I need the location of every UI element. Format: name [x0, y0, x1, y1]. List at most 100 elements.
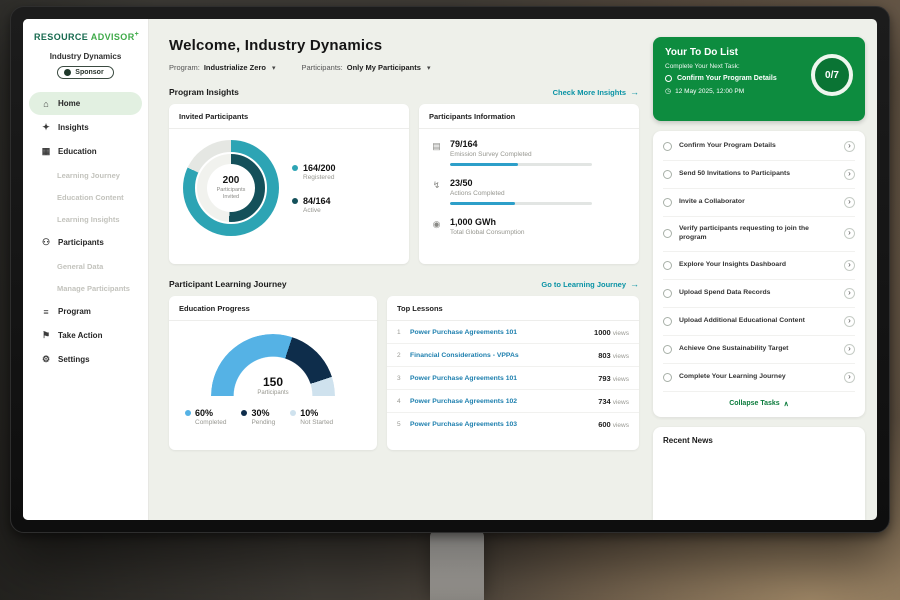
task-label: Explore Your Insights Dashboard	[679, 261, 837, 270]
chevron-right-icon[interactable]: ›	[844, 372, 855, 383]
progress-fill	[450, 202, 515, 205]
learning-cards-row: Education Progress 150 Participants	[169, 296, 639, 450]
chevron-right-icon[interactable]: ›	[844, 228, 855, 239]
lesson-views: 1000views	[594, 328, 629, 337]
views-count: 1000	[594, 328, 611, 337]
sidebar: RESOURCE ADVISOR+ Industry Dynamics Spon…	[23, 19, 149, 520]
checkbox-icon[interactable]	[663, 198, 672, 207]
sidebar-item-program[interactable]: ≡ Program	[29, 300, 142, 323]
chevron-right-icon[interactable]: ›	[844, 344, 855, 355]
lesson-row[interactable]: 2 Financial Considerations - VPPAs 803vi…	[387, 344, 639, 367]
chevron-right-icon[interactable]: ›	[844, 169, 855, 180]
sidebar-item-settings[interactable]: ⚙ Settings	[29, 348, 142, 371]
sponsor-badge[interactable]: Sponsor	[57, 66, 113, 79]
sidebar-item-participants[interactable]: ⚇ Participants	[29, 231, 142, 254]
caret-up-icon: ∧	[784, 400, 789, 408]
sidebar-item-education-content[interactable]: Education Content	[23, 186, 148, 208]
lesson-link[interactable]: Power Purchase Agreements 101	[410, 329, 587, 336]
task-row-achieve-target[interactable]: Achieve One Sustainability Target ›	[663, 336, 855, 364]
app-logo: RESOURCE ADVISOR+	[23, 31, 148, 42]
participants-filter-value: Only My Participants	[347, 63, 421, 72]
lesson-link[interactable]: Power Purchase Agreements 102	[410, 398, 591, 405]
checkbox-icon[interactable]	[663, 317, 672, 326]
lesson-link[interactable]: Power Purchase Agreements 101	[410, 375, 591, 382]
legend-value: 164/200	[303, 163, 336, 173]
sidebar-item-learning-insights[interactable]: Learning Insights	[23, 208, 148, 230]
program-filter-label: Program:	[169, 63, 200, 72]
sidebar-item-take-action[interactable]: ⚑ Take Action	[29, 324, 142, 347]
chevron-right-icon[interactable]: ›	[844, 260, 855, 271]
task-row-complete-learning-journey[interactable]: Complete Your Learning Journey ›	[663, 364, 855, 392]
sidebar-item-education[interactable]: ▦ Education	[29, 140, 142, 163]
legend-label: Registered	[303, 174, 336, 181]
stat-value: 23/50	[450, 178, 592, 188]
go-to-learning-journey-link[interactable]: Go to Learning Journey →	[541, 279, 639, 289]
education-progress-gauge: 150 Participants	[211, 334, 335, 396]
sidebar-item-manage-participants[interactable]: Manage Participants	[23, 277, 148, 299]
chevron-right-icon[interactable]: ›	[844, 141, 855, 152]
not-started-dot-icon	[290, 410, 296, 416]
program-filter[interactable]: Program: Industrialize Zero ▾	[169, 63, 275, 72]
todo-summary-card: Your To Do List Complete Your Next Task:…	[653, 37, 865, 121]
lesson-views: 803views	[598, 351, 629, 360]
task-row-upload-spend-data[interactable]: Upload Spend Data Records ›	[663, 280, 855, 308]
progress-fill	[450, 163, 518, 166]
insights-icon: ✦	[41, 122, 51, 133]
checkbox-icon[interactable]	[663, 373, 672, 382]
sidebar-item-learning-journey[interactable]: Learning Journey	[23, 164, 148, 186]
checkbox-icon[interactable]	[663, 170, 672, 179]
legend-registered: 164/200 Registered	[292, 163, 336, 181]
todo-next-task[interactable]: Confirm Your Program Details	[665, 75, 793, 82]
stat-label: Actions Completed	[450, 190, 592, 197]
sponsor-badge-label: Sponsor	[75, 69, 103, 76]
sidebar-item-general-data[interactable]: General Data	[23, 255, 148, 277]
sidebar-item-label: Learning Journey	[57, 171, 120, 180]
donut-legend: 164/200 Registered 84/164 Active	[292, 163, 336, 214]
task-row-invite-collaborator[interactable]: Invite a Collaborator ›	[663, 189, 855, 217]
check-more-insights-link[interactable]: Check More Insights →	[553, 87, 639, 97]
todo-progress-ring: 0/7	[811, 54, 853, 96]
lesson-rank: 3	[397, 375, 403, 382]
lesson-link[interactable]: Financial Considerations - VPPAs	[410, 352, 591, 359]
card-title: Top Lessons	[387, 296, 639, 321]
chevron-right-icon[interactable]: ›	[844, 197, 855, 208]
collapse-label: Collapse Tasks	[729, 400, 779, 407]
task-label: Achieve One Sustainability Target	[679, 345, 837, 354]
chevron-right-icon[interactable]: ›	[844, 316, 855, 327]
lesson-row[interactable]: 3 Power Purchase Agreements 101 793views	[387, 367, 639, 390]
checkbox-icon[interactable]	[663, 142, 672, 151]
chevron-right-icon[interactable]: ›	[844, 288, 855, 299]
task-row-explore-insights[interactable]: Explore Your Insights Dashboard ›	[663, 252, 855, 280]
task-row-verify-participants[interactable]: Verify participants requesting to join t…	[663, 217, 855, 252]
lesson-row[interactable]: 4 Power Purchase Agreements 102 734views	[387, 390, 639, 413]
checkbox-icon[interactable]	[663, 289, 672, 298]
task-row-upload-educational-content[interactable]: Upload Additional Educational Content ›	[663, 308, 855, 336]
checkbox-icon[interactable]	[663, 261, 672, 270]
participants-filter[interactable]: Participants: Only My Participants ▾	[301, 63, 430, 72]
sidebar-item-label: Manage Participants	[57, 284, 130, 293]
logo-plus: +	[135, 31, 140, 38]
stat-global-consumption: ◉ 1,000 GWh Total Global Consumption	[431, 217, 627, 236]
sidebar-item-insights[interactable]: ✦ Insights	[29, 116, 142, 139]
legend-pending: 30% Pending	[241, 408, 275, 426]
participants-filter-label: Participants:	[301, 63, 342, 72]
sidebar-item-home[interactable]: ⌂ Home	[29, 92, 142, 115]
sidebar-item-label: Education	[58, 147, 97, 156]
lesson-link[interactable]: Power Purchase Agreements 103	[410, 421, 591, 428]
sidebar-item-label: Settings	[58, 355, 90, 364]
task-row-confirm-program[interactable]: Confirm Your Program Details ›	[663, 133, 855, 161]
collapse-tasks-link[interactable]: Collapse Tasks ∧	[663, 392, 855, 414]
checkbox-icon[interactable]	[663, 229, 672, 238]
checkbox-icon[interactable]	[665, 75, 672, 82]
checkbox-icon[interactable]	[663, 345, 672, 354]
lesson-row[interactable]: 1 Power Purchase Agreements 101 1000view…	[387, 321, 639, 344]
views-count: 793	[598, 374, 611, 383]
task-row-send-invitations[interactable]: Send 50 Invitations to Participants ›	[663, 161, 855, 189]
lesson-rank: 4	[397, 398, 403, 405]
lesson-row[interactable]: 5 Power Purchase Agreements 103 600views	[387, 413, 639, 435]
lesson-views: 793views	[598, 374, 629, 383]
donut-center: 200 Participants Invited	[207, 164, 255, 212]
task-label: Upload Spend Data Records	[679, 289, 837, 298]
clock-icon: ◷	[665, 87, 671, 95]
views-unit: views	[613, 422, 629, 429]
